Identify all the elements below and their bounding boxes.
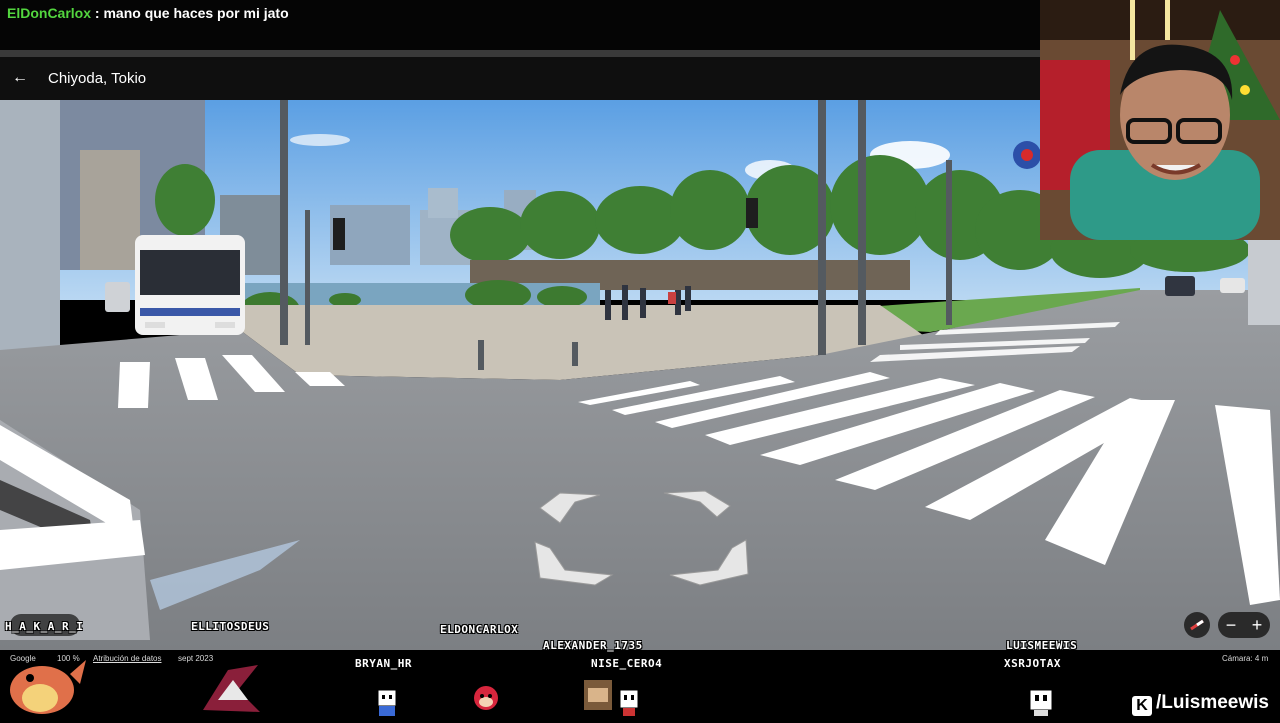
viewer-name: ELDONCARLOX <box>440 623 519 636</box>
kick-logo-icon: K <box>1132 696 1152 716</box>
robot-sprite-icon <box>616 688 642 723</box>
arrow-left-icon[interactable]: ← <box>8 66 32 90</box>
robot-sprite-icon <box>373 688 401 723</box>
camera-height: Cámara: 4 m <box>1222 654 1269 663</box>
streamer-handle-text: /Luismeewis <box>1156 692 1269 713</box>
webcam-feed <box>1040 0 1280 240</box>
streamer-handle: K/Luismeewis <box>1132 692 1269 716</box>
divider <box>0 50 1040 57</box>
viewer-name: XSRJOTAX <box>1004 657 1061 670</box>
zoom-control: − + <box>1218 612 1270 638</box>
data-attribution-link[interactable]: Atribución de datos <box>93 654 162 663</box>
chat-text: mano que haces por mi jato <box>103 5 289 21</box>
viewer-name: ALEXANDER_1735 <box>543 639 643 652</box>
streetview-header: ← Chiyoda, Tokio <box>0 57 1040 100</box>
character-sprite-icon <box>578 676 618 723</box>
dragon-sprite-icon <box>0 654 88 723</box>
viewer-name: ELLITOSDEUS <box>191 620 270 633</box>
knuckles-sprite-icon <box>469 684 503 723</box>
chat-username: ElDonCarlox <box>7 5 92 21</box>
zoom-out-button[interactable]: − <box>1218 612 1244 638</box>
place-title: Chiyoda, Tokio <box>48 70 147 87</box>
chat-message: ElDonCarlox : mano que haces por mi jato <box>7 5 289 21</box>
viewer-name: NISE_CERO4 <box>591 657 663 670</box>
viewer-name: H_A_K_A_R_I <box>5 620 84 633</box>
creature-sprite-icon <box>198 660 264 723</box>
viewer-name: BRYAN_HR <box>355 657 412 670</box>
chat-separator: : <box>91 5 104 21</box>
chat-bar: ElDonCarlox : mano que haces por mi jato <box>0 0 1040 50</box>
viewer-name: LUISMEEWIS <box>1006 639 1078 652</box>
zoom-in-button[interactable]: + <box>1244 612 1270 638</box>
robot-sprite-icon <box>1026 688 1056 723</box>
compass-icon[interactable] <box>1184 612 1210 638</box>
